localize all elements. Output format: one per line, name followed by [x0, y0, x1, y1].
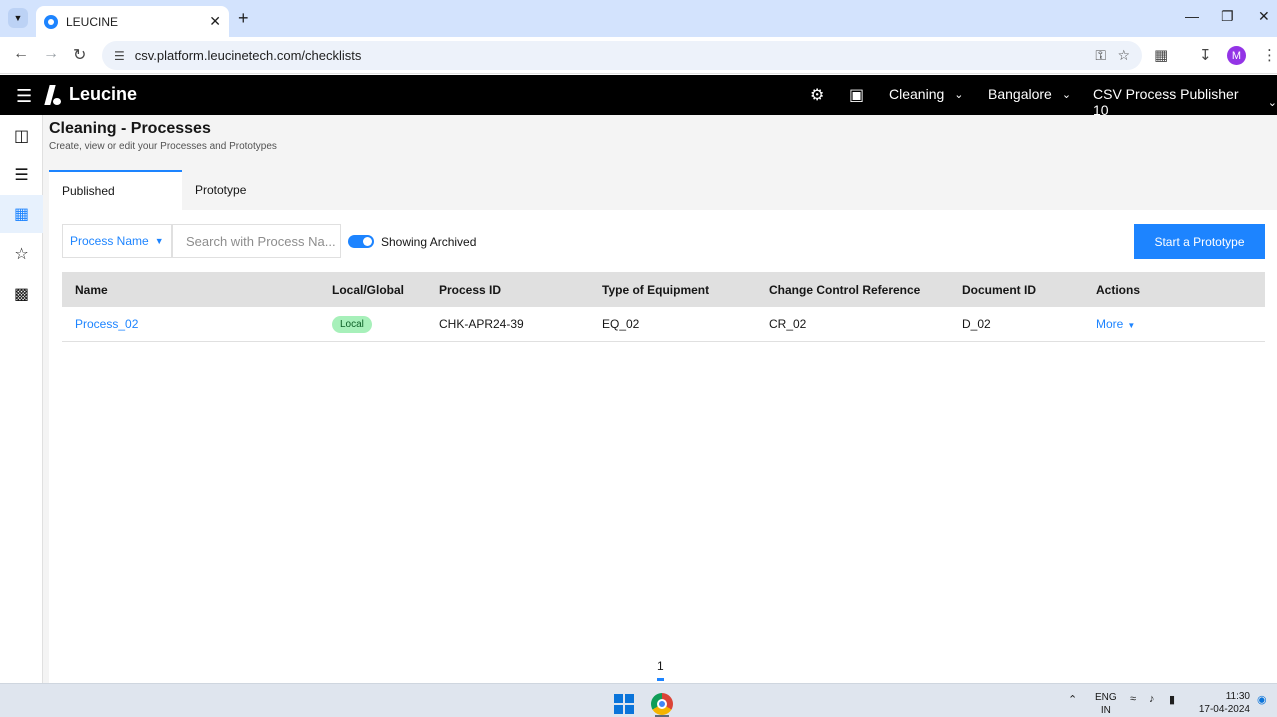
close-window-icon[interactable]: ✕ — [1258, 8, 1270, 25]
column-header[interactable]: Name — [75, 283, 108, 297]
process-tabs: Published Prototype — [49, 170, 315, 210]
clock-date: 17-04-2024 — [1198, 704, 1250, 715]
archived-toggle[interactable] — [348, 235, 374, 248]
caret-down-icon: ▼ — [1127, 321, 1136, 330]
checklist-icon[interactable]: ☰ — [0, 156, 43, 194]
browser-tab-title: LEUCINE — [66, 14, 119, 29]
column-header[interactable]: Process ID — [439, 283, 501, 297]
tab-published[interactable]: Published — [49, 170, 182, 210]
scope-cell: Local — [332, 316, 372, 333]
url-text: csv.platform.leucinetech.com/checklists — [134, 48, 362, 63]
chrome-icon[interactable] — [651, 693, 673, 715]
filter-field-dropdown[interactable]: Process Name ▼ — [62, 224, 172, 258]
ccr-cell: CR_02 — [769, 317, 807, 331]
profile-avatar[interactable]: M — [1227, 46, 1246, 65]
reload-icon[interactable]: ↻ — [73, 45, 86, 65]
filter-field-label: Process Name — [70, 234, 149, 248]
brand-name: Leucine — [69, 84, 138, 104]
bookmark-star-icon[interactable]: ☆ — [1117, 47, 1130, 64]
clock-time: 11:30 — [1225, 691, 1250, 702]
table-row: Process_02 Local CHK-APR24-39 EQ_02 CR_0… — [62, 307, 1265, 342]
page-subtitle: Create, view or edit your Processes and … — [49, 141, 277, 152]
column-header[interactable]: Change Control Reference — [769, 283, 920, 297]
user-menu[interactable]: CSV Process Publisher 10 ⌄ — [1093, 86, 1277, 118]
os-taskbar: ⌃ ENG IN ≈ ♪ ▮ 11:30 17-04-2024 ◉ — [0, 683, 1277, 717]
leucine-logo-icon — [45, 85, 63, 105]
language-code: ENG — [1095, 692, 1117, 703]
tab-search-chevron-icon[interactable]: ▼ — [8, 8, 28, 28]
forward-icon[interactable]: → — [43, 45, 59, 63]
tray-chevron-up-icon[interactable]: ⌃ — [1068, 693, 1077, 706]
document-id-cell: D_02 — [962, 317, 991, 331]
table-header: Name Local/Global Process ID Type of Equ… — [62, 272, 1265, 307]
chevron-down-icon: ⌄ — [954, 88, 964, 101]
system-clock[interactable]: 11:30 17-04-2024 — [1196, 690, 1250, 716]
notification-bell-icon[interactable]: ◉ — [1257, 693, 1267, 706]
downloads-icon[interactable]: ↧ — [1199, 46, 1212, 64]
processes-panel: Process Name ▼ Search with Process Na...… — [49, 210, 1277, 683]
windows-start-icon[interactable] — [614, 694, 634, 714]
hierarchy-icon[interactable]: ☆ — [0, 235, 43, 273]
restore-icon[interactable]: ❐ — [1221, 8, 1234, 25]
equipment-cell: EQ_02 — [602, 317, 640, 331]
column-header[interactable]: Type of Equipment — [602, 283, 709, 297]
chevron-down-icon: ⌄ — [1061, 88, 1072, 101]
start-prototype-button[interactable]: Start a Prototype — [1134, 224, 1265, 259]
process-name-link[interactable]: Process_02 — [75, 317, 138, 331]
brand-logo[interactable]: Leucine — [45, 84, 137, 105]
facility-selector[interactable]: Bangalore ⌄ — [988, 86, 1071, 102]
search-input[interactable]: Search with Process Na... — [172, 224, 341, 258]
more-actions-button[interactable]: More ▼ — [1096, 317, 1135, 331]
column-header[interactable]: Local/Global — [332, 283, 404, 297]
new-tab-icon[interactable]: + — [238, 8, 249, 29]
caret-down-icon: ▼ — [154, 236, 164, 246]
address-bar[interactable]: ☰ csv.platform.leucinetech.com/checklist… — [102, 41, 1142, 70]
pagination-page[interactable]: 1 — [657, 659, 664, 673]
user-name: CSV Process Publisher 10 — [1093, 86, 1239, 118]
favicon-icon — [44, 14, 58, 29]
inbox-icon[interactable]: ◫ — [0, 117, 43, 155]
language-indicator[interactable]: ENG IN — [1095, 691, 1117, 717]
use-case-label: Cleaning — [889, 86, 945, 102]
main-content: Cleaning - Processes Create, view or edi… — [43, 115, 1277, 683]
password-key-icon[interactable]: ⚿ — [1095, 47, 1106, 64]
calculator-icon[interactable]: ▩ — [0, 275, 43, 313]
back-icon[interactable]: ← — [13, 45, 29, 63]
processes-table: Name Local/Global Process ID Type of Equ… — [62, 272, 1265, 342]
column-header[interactable]: Document ID — [962, 283, 1036, 297]
minimize-icon[interactable]: — — [1185, 8, 1199, 24]
pagination-indicator — [657, 678, 664, 681]
gear-icon[interactable]: ⚙ — [810, 85, 824, 105]
chevron-down-icon: ⌄ — [1267, 96, 1277, 109]
site-info-icon[interactable]: ☰ — [114, 49, 125, 63]
close-tab-icon[interactable]: ✕ — [209, 13, 221, 30]
use-case-selector[interactable]: Cleaning ⌄ — [889, 86, 963, 102]
app-header: ☰ Leucine ⚙ ▣ Cleaning ⌄ Bangalore ⌄ CSV… — [0, 75, 1277, 118]
browser-tab-strip: ▼ LEUCINE ✕ + — ❐ ✕ — [0, 0, 1277, 37]
side-navigation: ◫ ☰ ▦ ☆ ▩ — [0, 115, 43, 683]
browser-tab[interactable]: LEUCINE ✕ — [36, 6, 229, 37]
processes-icon[interactable]: ▦ — [0, 195, 43, 233]
hamburger-menu-icon[interactable]: ☰ — [16, 86, 32, 107]
archived-toggle-label: Showing Archived — [381, 235, 477, 249]
battery-icon[interactable]: ▮ — [1169, 693, 1175, 706]
page-title: Cleaning - Processes — [49, 120, 211, 137]
wifi-icon[interactable]: ≈ — [1130, 693, 1136, 705]
facility-label: Bangalore — [988, 86, 1052, 102]
browser-menu-icon[interactable]: ⋮ — [1262, 46, 1277, 64]
browser-toolbar: ← → ↻ ☰ csv.platform.leucinetech.com/che… — [0, 37, 1277, 74]
extensions-icon[interactable]: ▦ — [1154, 46, 1168, 64]
process-id-cell: CHK-APR24-39 — [439, 317, 524, 331]
scan-icon[interactable]: ▣ — [849, 85, 864, 105]
tab-prototype[interactable]: Prototype — [182, 170, 315, 210]
region-code: IN — [1100, 705, 1111, 716]
column-header: Actions — [1096, 282, 1141, 297]
more-actions-label: More — [1096, 317, 1124, 331]
volume-icon[interactable]: ♪ — [1149, 693, 1155, 705]
status-badge: Local — [332, 316, 372, 333]
